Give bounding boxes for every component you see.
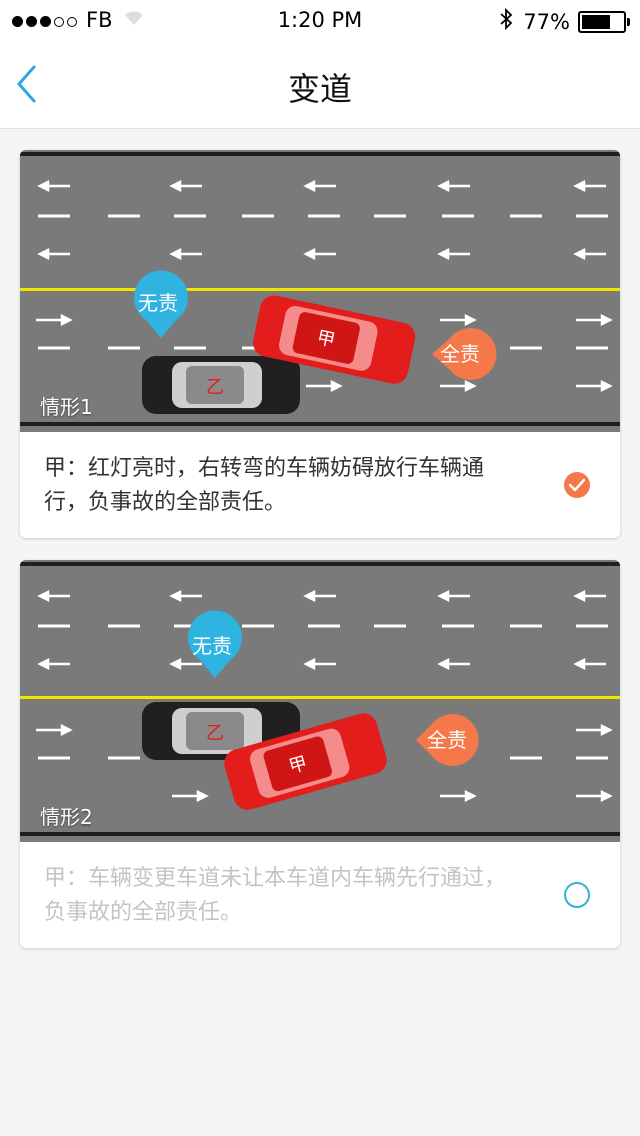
page-title: 变道 [287, 70, 352, 108]
scenario-caption: 情形2 [40, 805, 93, 829]
scenario-description: 甲：红灯亮时，右转弯的车辆妨碍放行车辆通行，负事故的全部责任。 [44, 456, 485, 515]
scenario-description: 甲：车辆变更车道未让本车道内车辆先行通过，负事故的全部责任。 [44, 866, 507, 925]
svg-text:全责: 全责 [440, 342, 480, 366]
center-line [20, 696, 620, 699]
center-line [20, 288, 620, 291]
battery-icon [578, 10, 630, 33]
status-bar: FB 1:20 PM 77% [0, 0, 640, 40]
car-b-label: 乙 [206, 723, 224, 744]
svg-text:无责: 无责 [192, 634, 232, 658]
selected-radio[interactable] [564, 472, 590, 498]
battery-percent: 77% [523, 9, 570, 34]
scenario-card-1[interactable]: 乙 甲 无责 全责 情形1 甲：红灯亮时，右转弯的车辆妨碍放行车辆通行，负事故的… [20, 150, 620, 538]
navigation-bar: 变道 [0, 40, 640, 129]
scenario-caption: 情形1 [40, 395, 93, 419]
bluetooth-icon [499, 7, 513, 35]
status-right: 77% [499, 7, 630, 35]
svg-text:无责: 无责 [138, 291, 178, 315]
scenario-diagram-1: 乙 甲 无责 全责 情形1 [20, 150, 620, 432]
unselected-radio[interactable] [564, 882, 590, 908]
scenario-diagram-2: 乙 甲 无责 全责 情形2 [20, 560, 620, 842]
scenario-card-2[interactable]: 乙 甲 无责 全责 情形2 甲：车辆变更车道未让本车道内车辆先行通过，负事故的全… [20, 560, 620, 948]
check-icon [569, 478, 585, 492]
car-b-label: 乙 [206, 377, 224, 398]
svg-text:全责: 全责 [427, 728, 467, 752]
car-b: 乙 [142, 356, 300, 414]
